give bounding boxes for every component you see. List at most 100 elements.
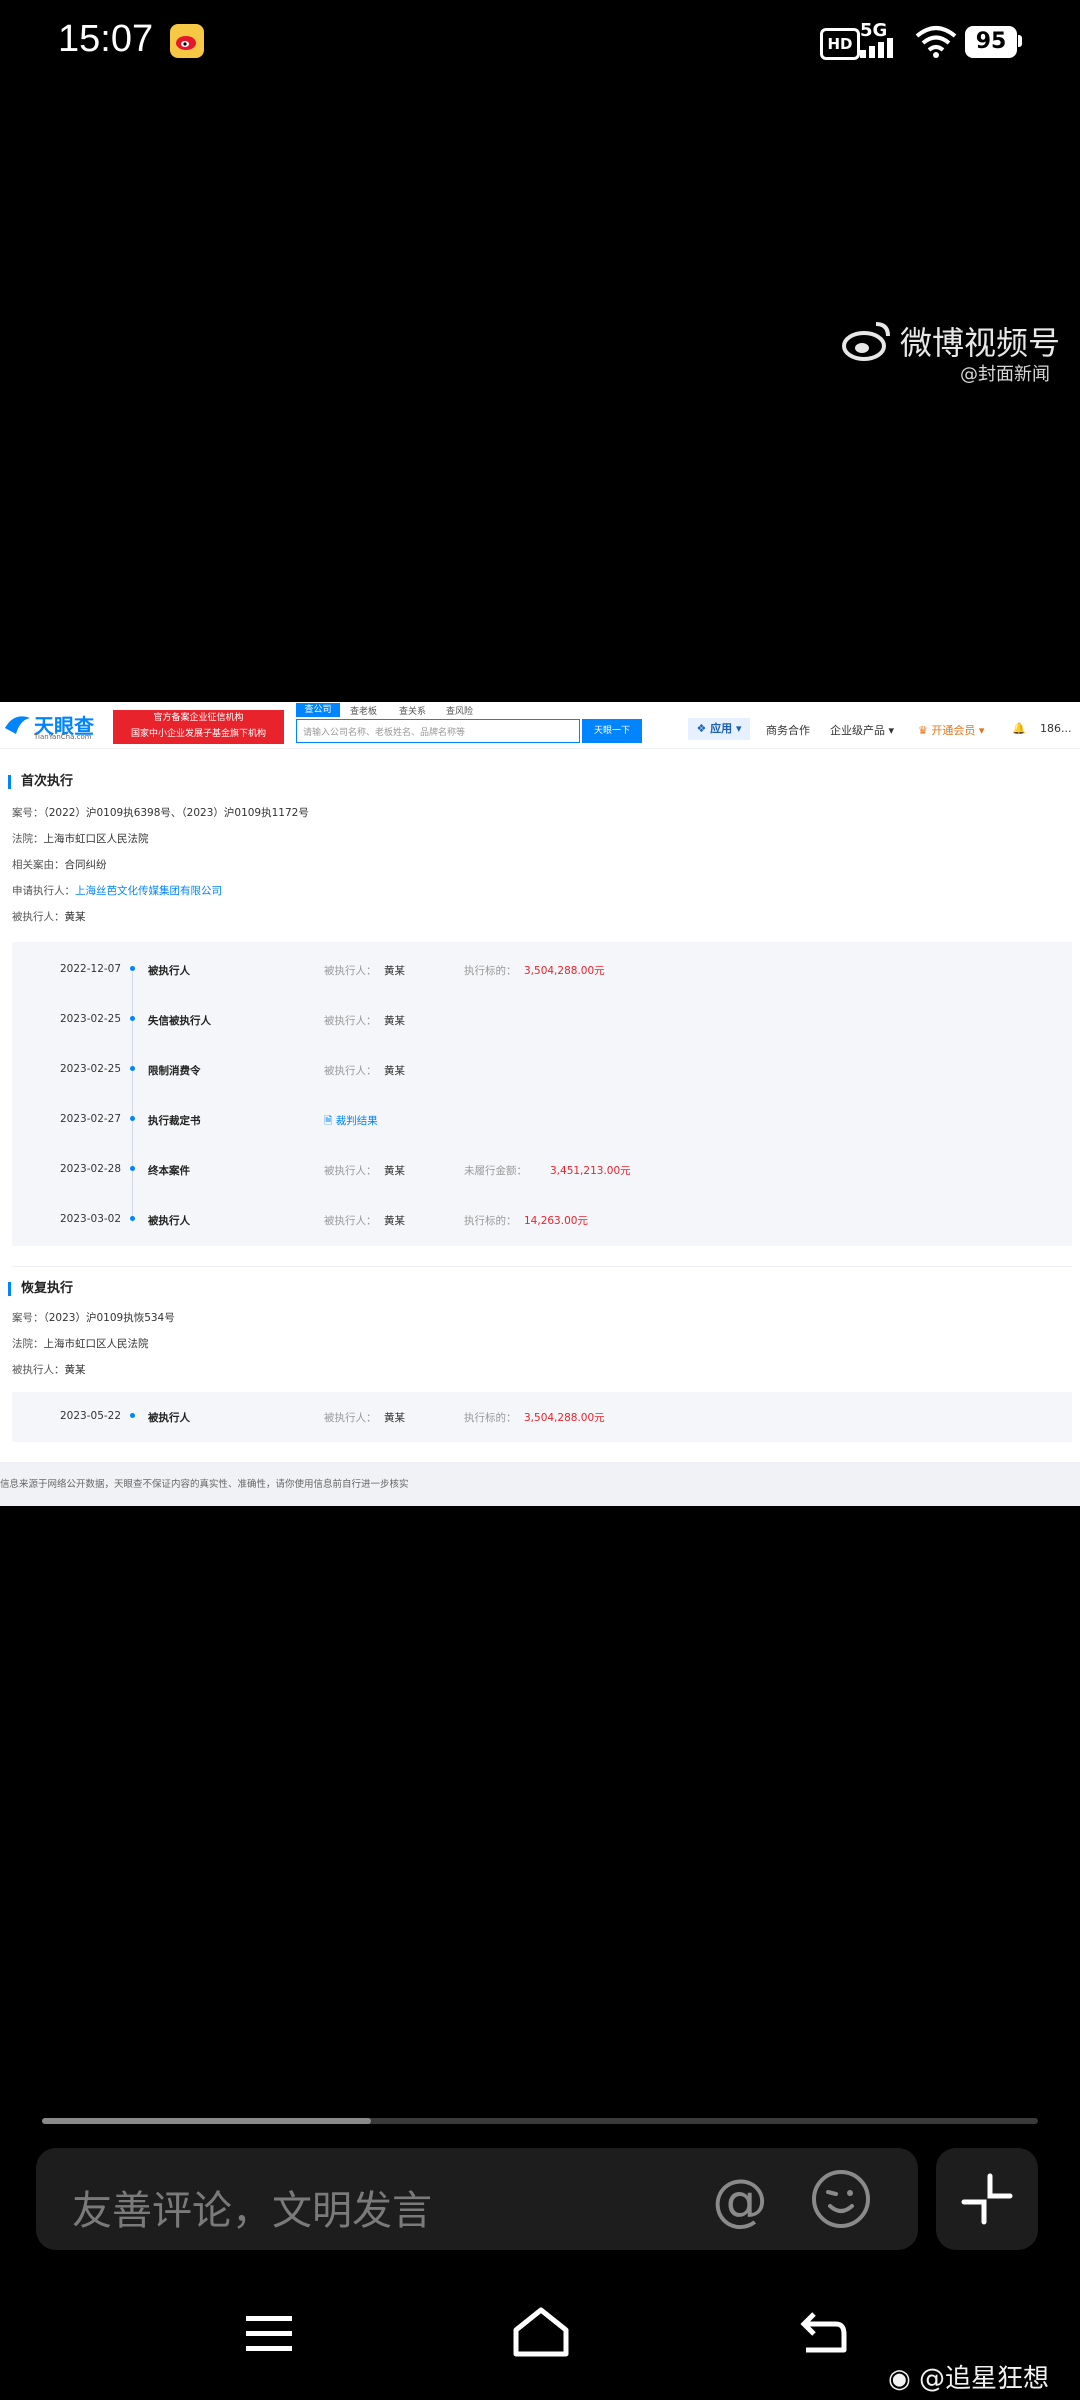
timeline-dot bbox=[130, 1066, 135, 1071]
case-value: （2023）沪0109执恢534号 bbox=[43, 1312, 175, 1324]
nav-vip[interactable]: ♛ 开通会员 ▾ bbox=[918, 722, 984, 738]
row-amount-label: 未履行金额： bbox=[464, 1165, 527, 1177]
court-value: 上海市虹口区人民法院 bbox=[43, 1338, 149, 1350]
nav-apps[interactable]: ❖ 应用 ▾ bbox=[688, 718, 750, 740]
timeline-dot bbox=[130, 966, 135, 971]
nav-business[interactable]: 商务合作 bbox=[766, 722, 810, 738]
timeline-dot bbox=[130, 1166, 135, 1171]
search-button[interactable]: 天眼一下 bbox=[582, 719, 642, 743]
respondent-label: 被执行人： bbox=[12, 911, 65, 923]
apps-icon: ❖ bbox=[696, 722, 711, 735]
row-type: 被执行人 bbox=[148, 1215, 190, 1227]
respondent-label: 被执行人： bbox=[12, 1364, 65, 1376]
judgment-link-label: 裁判结果 bbox=[335, 1115, 378, 1127]
timeline-dot bbox=[130, 1413, 135, 1418]
row-date: 2023-05-22 bbox=[60, 1410, 122, 1422]
row-date: 2023-02-25 bbox=[60, 1013, 122, 1025]
emoji-icon[interactable] bbox=[810, 2168, 872, 2234]
nav-enterprise-label: 企业级产品 bbox=[830, 724, 885, 737]
at-icon[interactable]: @ bbox=[712, 2168, 768, 2233]
court-value: 上海市虹口区人民法院 bbox=[43, 833, 149, 845]
tab-boss[interactable]: 查老板 bbox=[350, 704, 377, 717]
nav-enterprise[interactable]: 企业级产品 ▾ bbox=[830, 722, 894, 738]
promo-line1: 官方备案企业征信机构 bbox=[153, 713, 244, 723]
row-date: 2023-02-28 bbox=[60, 1163, 122, 1175]
row-type: 限制消费令 bbox=[148, 1065, 201, 1077]
cause-label: 相关案由： bbox=[12, 859, 65, 871]
judgment-link[interactable]: 🗎 裁判结果 bbox=[324, 1113, 378, 1131]
weibo-icon bbox=[170, 24, 204, 58]
row-party: 黄某 bbox=[384, 965, 405, 977]
court: 法院：上海市虹口区人民法院 bbox=[12, 1336, 149, 1351]
search-box[interactable]: 请输入公司名称、老板姓名、品牌名称等 bbox=[296, 719, 580, 743]
timeline-resume-execution: 2023-05-22 被执行人 被执行人： 黄某 执行标的： 3,504,288.0… bbox=[12, 1392, 1072, 1442]
video-frame[interactable]: 天眼查 TianYanCha.com 官方备案企业征信机构 国家中小企业发展子基… bbox=[0, 702, 1080, 1506]
row-type: 被执行人 bbox=[148, 965, 190, 977]
battery-tip bbox=[1018, 35, 1022, 47]
chevron-down-icon: ▾ bbox=[975, 724, 985, 737]
chevron-down-icon: ▾ bbox=[732, 722, 742, 735]
timeline-row[interactable]: 2022-12-07 被执行人 被执行人： 黄某 执行标的： 3,504,288.0… bbox=[12, 945, 1072, 995]
status-time: 15:07 bbox=[58, 18, 154, 60]
progress-fill[interactable] bbox=[42, 2118, 371, 2124]
row-party-label: 被执行人： bbox=[324, 965, 377, 977]
court: 法院：上海市虹口区人民法院 bbox=[12, 831, 149, 846]
row-amount: 3,504,288.00元 bbox=[524, 1412, 605, 1424]
tab-company[interactable]: 查公司 bbox=[296, 703, 340, 717]
timeline-row[interactable]: 2023-05-22 被执行人 被执行人： 黄某 执行标的： 3,504,288.0… bbox=[12, 1392, 1072, 1442]
applicant-link[interactable]: 上海丝芭文化传媒集团有限公司 bbox=[75, 885, 222, 897]
back-icon[interactable] bbox=[800, 2310, 848, 2360]
wifi-icon bbox=[915, 24, 957, 62]
row-type: 被执行人 bbox=[148, 1412, 190, 1424]
exit-fullscreen-button[interactable] bbox=[936, 2148, 1038, 2250]
row-party: 黄某 bbox=[384, 1065, 405, 1077]
timeline-row[interactable]: 2023-02-25 限制消费令 被执行人： 黄某 bbox=[12, 1045, 1072, 1095]
comment-placeholder[interactable]: 友善评论，文明发言 bbox=[72, 2178, 432, 2236]
battery-icon: 95 bbox=[965, 26, 1017, 58]
nav-apps-label: 应用 bbox=[710, 722, 733, 735]
row-party: 黄某 bbox=[384, 1215, 405, 1227]
tianyancha-logo-icon bbox=[2, 710, 32, 744]
timeline-dot bbox=[130, 1116, 135, 1121]
weibo-logo-icon bbox=[840, 318, 892, 366]
timeline-row[interactable]: 2023-02-27 执行裁定书 🗎 裁判结果 bbox=[12, 1095, 1072, 1145]
tab-risk[interactable]: 查风险 bbox=[446, 704, 473, 717]
row-party: 黄某 bbox=[384, 1015, 405, 1027]
timeline-row[interactable]: 2023-03-02 被执行人 被执行人： 黄某 执行标的： 14,263.00元 bbox=[12, 1195, 1072, 1245]
weibo-icon: ◉ bbox=[888, 2364, 919, 2394]
row-party-label: 被执行人： bbox=[324, 1215, 377, 1227]
bell-icon[interactable]: 🔔 bbox=[1012, 722, 1026, 735]
tab-relation[interactable]: 查关系 bbox=[399, 704, 426, 717]
case-label: 案号： bbox=[12, 807, 44, 819]
nav-user[interactable]: 186... bbox=[1040, 722, 1072, 735]
cause: 相关案由：合同纠纷 bbox=[12, 857, 107, 872]
menu-icon[interactable] bbox=[246, 2314, 292, 2358]
chevron-down-icon: ▾ bbox=[885, 724, 895, 737]
user-watermark-text: @追星狂想 bbox=[918, 2364, 1049, 2394]
row-party-label: 被执行人： bbox=[324, 1165, 377, 1177]
respondent: 被执行人：黄某 bbox=[12, 1362, 86, 1377]
crown-icon: ♛ bbox=[918, 724, 932, 737]
row-party: 黄某 bbox=[384, 1412, 405, 1424]
section-divider bbox=[12, 1266, 1072, 1267]
timeline-row[interactable]: 2023-02-25 失信被执行人 被执行人： 黄某 bbox=[12, 995, 1072, 1045]
row-type: 失信被执行人 bbox=[148, 1015, 211, 1027]
user-watermark: ◉ @追星狂想 bbox=[888, 2358, 1049, 2395]
row-amount-label: 执行标的： bbox=[464, 1215, 517, 1227]
timeline-first-execution: 2022-12-07 被执行人 被执行人： 黄某 执行标的： 3,504,288.0… bbox=[12, 942, 1072, 1246]
hd-badge: HD bbox=[820, 28, 860, 60]
case-number: 案号：（2022）沪0109执6398号、（2023）沪0109执1172号 bbox=[12, 805, 309, 820]
comment-input[interactable]: 友善评论，文明发言 @ bbox=[36, 2148, 918, 2250]
search-input[interactable]: 请输入公司名称、老板姓名、品牌名称等 bbox=[303, 725, 465, 738]
promo-banner: 官方备案企业征信机构 国家中小企业发展子基金旗下机构 bbox=[113, 710, 284, 744]
cause-value: 合同纠纷 bbox=[64, 859, 107, 871]
row-amount-label: 执行标的： bbox=[464, 965, 517, 977]
row-party-label: 被执行人： bbox=[324, 1015, 377, 1027]
home-icon[interactable] bbox=[512, 2306, 570, 2362]
timeline-row[interactable]: 2023-02-28 终本案件 被执行人： 黄某 未履行金额： 3,451,213.… bbox=[12, 1145, 1072, 1195]
row-amount-label: 执行标的： bbox=[464, 1412, 517, 1424]
watermark-subtitle: @封面新闻 bbox=[960, 364, 1050, 385]
row-type: 终本案件 bbox=[148, 1165, 190, 1177]
site-header: 天眼查 TianYanCha.com 官方备案企业征信机构 国家中小企业发展子基… bbox=[0, 702, 1080, 749]
court-label: 法院： bbox=[12, 1338, 44, 1350]
